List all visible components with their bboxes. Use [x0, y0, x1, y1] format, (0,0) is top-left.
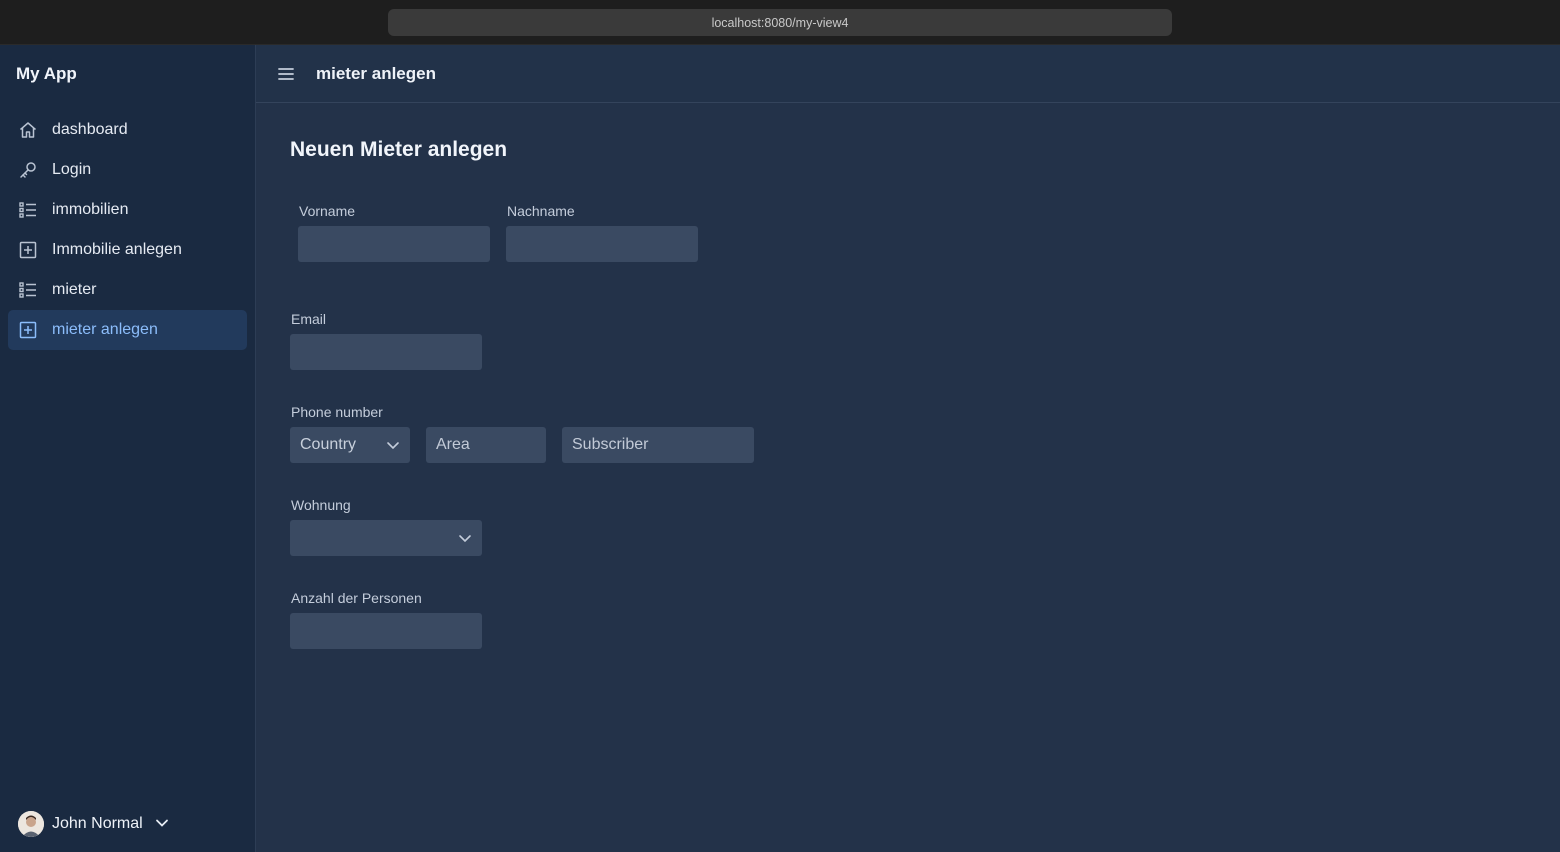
- sidebar-item-label: immobilien: [52, 201, 129, 218]
- sidebar-item-mieter[interactable]: mieter: [8, 270, 247, 310]
- sidebar-item-label: dashboard: [52, 121, 128, 138]
- home-icon: [17, 119, 39, 141]
- sidebar-item-label: mieter anlegen: [52, 321, 158, 338]
- sidebar-item-login[interactable]: Login: [8, 150, 247, 190]
- email-field[interactable]: [290, 334, 482, 370]
- phone-subscriber-field[interactable]: [562, 427, 754, 463]
- main-content: Neuen Mieter anlegen Vorname Nachname Em…: [256, 103, 1560, 852]
- browser-bar: localhost:8080/my-view4: [0, 0, 1560, 45]
- phone-area-field[interactable]: [426, 427, 546, 463]
- top-bar: mieter anlegen: [256, 45, 1560, 103]
- page-header-title: mieter anlegen: [316, 64, 436, 83]
- phone-label: Phone number: [291, 404, 383, 420]
- wohnung-label: Wohnung: [291, 497, 351, 513]
- personen-label: Anzahl der Personen: [291, 590, 422, 606]
- page-title: Neuen Mieter anlegen: [290, 138, 508, 161]
- url-bar[interactable]: localhost:8080/my-view4: [388, 9, 1172, 36]
- sidebar-item-label: Login: [52, 161, 92, 178]
- hamburger-icon: [278, 68, 294, 80]
- sidebar-item-dashboard[interactable]: dashboard: [8, 110, 247, 150]
- menu-toggle-button[interactable]: [276, 63, 296, 85]
- sidebar-item-immobilien[interactable]: immobilien: [8, 190, 247, 230]
- wohnung-select[interactable]: [290, 520, 482, 556]
- list-icon: [17, 199, 39, 221]
- plus-square-icon: [17, 319, 39, 341]
- personen-field[interactable]: [290, 613, 482, 649]
- chevron-down-icon: [458, 531, 472, 550]
- nachname-field[interactable]: [506, 226, 698, 262]
- sidebar-nav: dashboard Login immobilien Immobilie anl…: [8, 110, 247, 350]
- email-label: Email: [291, 311, 327, 327]
- vorname-field[interactable]: [298, 226, 490, 262]
- sidebar-item-immobilie-anlegen[interactable]: Immobilie anlegen: [8, 230, 247, 270]
- avatar: [18, 811, 44, 837]
- key-icon: [17, 159, 39, 181]
- list-icon: [17, 279, 39, 301]
- sidebar-item-label: Immobilie anlegen: [52, 241, 182, 258]
- chevron-down-icon: [386, 438, 400, 457]
- sidebar-item-mieter-anlegen[interactable]: mieter anlegen: [8, 310, 247, 350]
- app-title: My App: [16, 64, 77, 83]
- chevron-down-icon: [155, 815, 169, 833]
- user-menu[interactable]: John Normal: [18, 811, 169, 837]
- phone-country-placeholder: Country: [300, 436, 357, 453]
- sidebar-item-label: mieter: [52, 281, 97, 298]
- nachname-label: Nachname: [507, 203, 575, 219]
- phone-country-select[interactable]: Country: [290, 427, 410, 463]
- user-name: John Normal: [52, 815, 143, 832]
- vorname-label: Vorname: [299, 203, 356, 219]
- sidebar: My App dashboard Login immobilien Immobi…: [0, 45, 256, 852]
- plus-square-icon: [17, 239, 39, 261]
